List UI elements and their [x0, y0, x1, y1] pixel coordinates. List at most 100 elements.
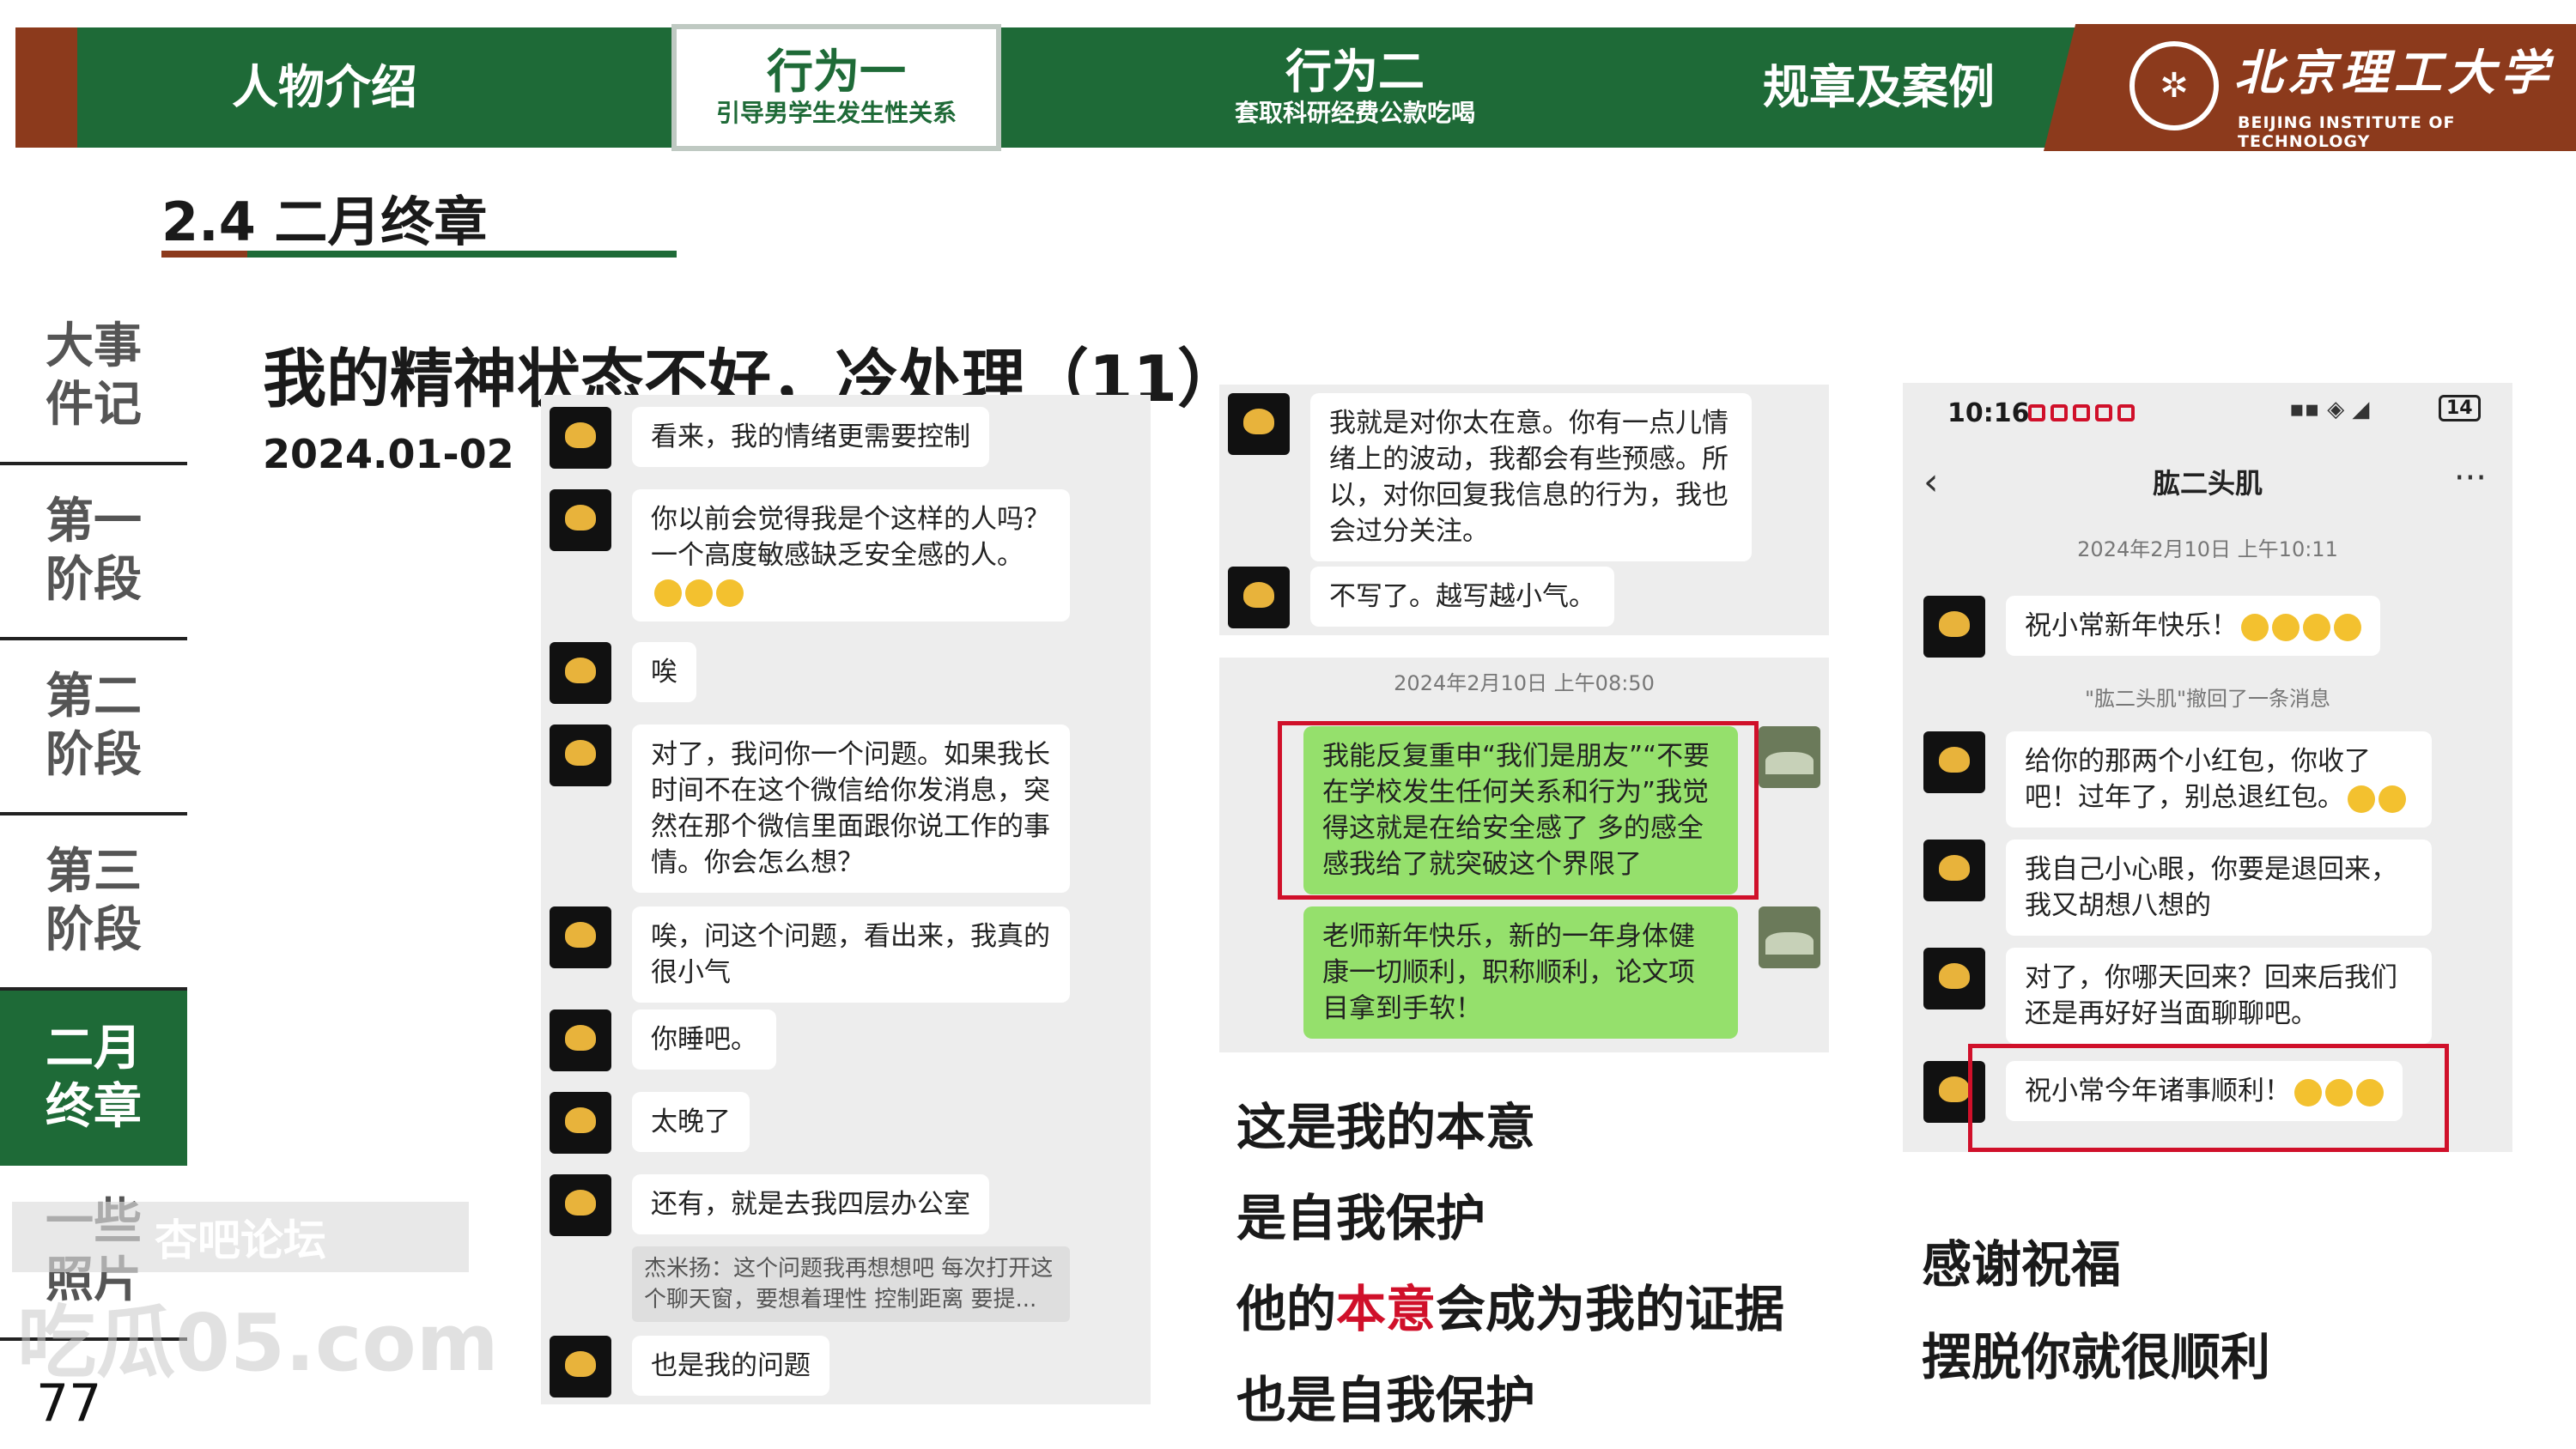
chat-message-sent: 老师新年快乐，新的一年身体健康一切顺利，职称顺利，论文项目拿到手软！ [1303, 906, 1820, 1039]
chat-screenshot-3: 10:16 ▪▪ ◈ ◢ 14 ‹ 肱二头肌 ··· 2024年2月10日 上午… [1903, 383, 2512, 1152]
message-bubble: 你睡吧。 [632, 1009, 776, 1070]
emoji-icon [2272, 613, 2300, 641]
chat-timestamp: 2024年2月10日 上午08:50 [1394, 671, 1655, 695]
sidebar-item-stage-one[interactable]: 第一 阶段 [0, 465, 187, 640]
tab-subtitle: 套取科研经费公款吃喝 [1234, 99, 1475, 127]
avatar [1228, 393, 1290, 455]
chat-message: 还有，就是去我四层办公室 [550, 1174, 989, 1236]
tab-character-intro[interactable]: 人物介绍 [153, 27, 496, 148]
emoji-icon [2241, 613, 2269, 641]
highlight-box [1968, 1044, 2449, 1152]
chat-message: 太晚了 [550, 1092, 750, 1154]
notification-icons [2023, 397, 2135, 427]
avatar [550, 906, 611, 968]
avatar [550, 1174, 611, 1236]
section-underline [161, 251, 677, 258]
avatar [1923, 731, 1985, 793]
message-bubble: 对了，我问你一个问题。如果我长时间不在这个微信给你发消息，突然在那个微信里面跟你… [632, 724, 1070, 893]
message-bubble: 看来，我的情绪更需要控制 [632, 407, 989, 467]
caption-line: 也是自我保护 [1236, 1371, 1536, 1429]
sidebar-item-stage-two[interactable]: 第二 阶段 [0, 640, 187, 815]
avatar [550, 1092, 611, 1154]
sidebar: 大事 件记 第一 阶段 第二 阶段 第三 阶段 二月 终章 一些 照片 [0, 290, 187, 1341]
chat-message: 对了，你哪天回来？回来后我们还是再好好当面聊聊吧。 [1923, 948, 2432, 1044]
emoji-icon [2334, 613, 2361, 641]
message-bubble: 对了，你哪天回来？回来后我们还是再好好当面聊聊吧。 [2006, 948, 2432, 1044]
battery-icon: 14 [2439, 395, 2481, 421]
chat-message: 不写了。越写越小气。 [1228, 567, 1614, 628]
message-bubble: 我就是对你太在意。你有一点儿情绪上的波动，我都会有些预感。所以，对你回复我信息的… [1310, 393, 1752, 561]
avatar [550, 1336, 611, 1397]
sidebar-item-february-final[interactable]: 二月 终章 [0, 991, 187, 1166]
phone-status-bar: 10:16 ▪▪ ◈ ◢ 14 [1903, 383, 2512, 452]
caption-line: 这是我的本意 [1236, 1098, 1536, 1156]
recall-notice: "肱二头肌"撤回了一条消息 [2084, 687, 2331, 711]
avatar [1923, 948, 1985, 1009]
avatar [550, 1009, 611, 1071]
message-bubble: 不写了。越写越小气。 [1310, 567, 1614, 627]
chat-message: 祝小常新年快乐！ [1923, 596, 2380, 658]
chat-message: 我就是对你太在意。你有一点儿情绪上的波动，我都会有些预感。所以，对你回复我信息的… [1228, 393, 1752, 561]
emoji-icon [2348, 785, 2375, 813]
tab-title: 行为二 [1285, 45, 1425, 99]
signal-wifi-icon: ▪▪ ◈ ◢ [2289, 397, 2370, 422]
chat-message: 看来，我的情绪更需要控制 [550, 407, 989, 469]
watermark-banner: 杏吧论坛 [12, 1202, 469, 1272]
caption-line: 感谢祝福 [1922, 1235, 2122, 1294]
tab-title: 人物介绍 [232, 60, 417, 114]
message-bubble: 你以前会觉得我是个这样的人吗？一个高度敏感缺乏安全感的人。 [632, 489, 1070, 621]
avatar [1759, 906, 1820, 968]
sidebar-item-timeline[interactable]: 大事 件记 [0, 290, 187, 465]
message-bubble: 还有，就是去我四层办公室 [632, 1174, 989, 1234]
emoji-icon [716, 579, 744, 607]
university-seal-icon: ✲ [2129, 41, 2219, 130]
chat-message: 对了，我问你一个问题。如果我长时间不在这个微信给你发消息，突然在那个微信里面跟你… [550, 724, 1070, 893]
chat-message: 唉，问这个问题，看出来，我真的很小气 [550, 906, 1070, 1003]
tab-behavior-two[interactable]: 行为二 套取科研经费公款吃喝 [1166, 27, 1544, 148]
chat-message: 给你的那两个小红包，你收了吧！过年了，别总退红包。 [1923, 731, 2432, 828]
message-bubble: 老师新年快乐，新的一年身体健康一切顺利，职称顺利，论文项目拿到手软！ [1303, 906, 1738, 1039]
chat-screenshot-1: 看来，我的情绪更需要控制 你以前会觉得我是个这样的人吗？一个高度敏感缺乏安全感的… [541, 395, 1151, 1404]
chat-message: 你以前会觉得我是个这样的人吗？一个高度敏感缺乏安全感的人。 [550, 489, 1070, 621]
quoted-reply: 杰米扬：这个问题我再想想吧 每次打开这个聊天窗，要想着理性 控制距离 要提... [632, 1246, 1070, 1322]
caption-line: 他的本意会成为我的证据 [1236, 1280, 1785, 1338]
message-bubble: 祝小常新年快乐！ [2006, 596, 2380, 656]
emoji-icon [2379, 785, 2406, 813]
nav-accent-strip [15, 27, 77, 148]
chat-message: 也是我的问题 [550, 1336, 829, 1397]
university-name-cn: 北京理工大学 [2234, 45, 2554, 101]
more-options-icon[interactable]: ··· [2454, 458, 2487, 498]
highlight-box [1278, 721, 1759, 900]
tab-title: 规章及案例 [1763, 60, 1995, 114]
avatar [1228, 567, 1290, 628]
slide-date: 2024.01-02 [263, 431, 514, 477]
message-bubble: 太晚了 [632, 1092, 750, 1152]
sidebar-item-stage-three[interactable]: 第三 阶段 [0, 815, 187, 991]
caption-line: 摆脱你就很顺利 [1922, 1328, 2271, 1386]
chat-screenshot-2a: 我就是对你太在意。你有一点儿情绪上的波动，我都会有些预感。所以，对你回复我信息的… [1219, 385, 1829, 635]
chat-message: 你睡吧。 [550, 1009, 776, 1071]
message-bubble: 给你的那两个小红包，你收了吧！过年了，别总退红包。 [2006, 731, 2432, 828]
avatar [550, 489, 611, 551]
avatar [1923, 840, 1985, 901]
caption-highlight: 本意 [1336, 1280, 1437, 1338]
chat-message: 我自己小心眼，你要是退回来，我又胡想八想的 [1923, 840, 2432, 936]
tab-behavior-one[interactable]: 行为一 引导男学生发生性关系 [671, 24, 1001, 151]
chat-message: 唉 [550, 642, 696, 704]
tab-subtitle: 引导男学生发生性关系 [715, 99, 957, 127]
avatar [1923, 596, 1985, 658]
emoji-icon [685, 579, 713, 607]
university-name-en: BEIJING INSTITUTE OF TECHNOLOGY [2238, 113, 2456, 151]
avatar [550, 642, 611, 704]
avatar [550, 724, 611, 786]
message-bubble: 唉 [632, 642, 696, 702]
section-title: 2.4 二月终章 [161, 191, 488, 253]
avatar [550, 407, 611, 469]
avatar [1759, 726, 1820, 788]
emoji-icon [2303, 613, 2330, 641]
caption-line: 是自我保护 [1236, 1189, 1486, 1247]
tab-rules-cases[interactable]: 规章及案例 [1698, 27, 2059, 148]
status-time: 10:16 [1947, 398, 2030, 428]
university-logo-banner: ✲ 北京理工大学 BEIJING INSTITUTE OF TECHNOLOGY [2044, 24, 2576, 151]
emoji-icon [654, 579, 682, 607]
